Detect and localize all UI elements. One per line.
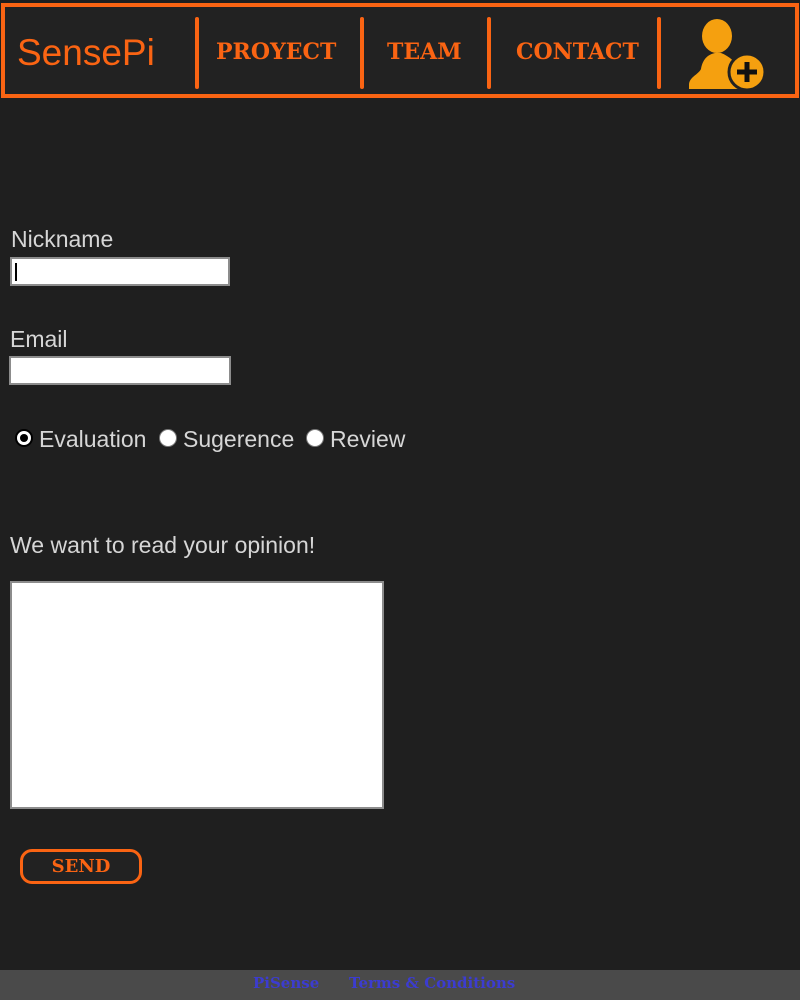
nav-divider xyxy=(657,17,661,89)
radio-label-sugerence[interactable]: Sugerence xyxy=(183,428,294,451)
nav-divider xyxy=(195,17,199,89)
nickname-input[interactable] xyxy=(10,257,230,286)
header-bar: SensePi PROYECT TEAM CONTACT xyxy=(1,3,799,98)
footer-bar: PiSense Terms & Conditions xyxy=(0,970,800,1000)
radio-evaluation[interactable] xyxy=(15,429,33,447)
opinion-prompt: We want to read your opinion! xyxy=(10,532,316,558)
radio-label-evaluation[interactable]: Evaluation xyxy=(39,428,146,451)
footer-link-terms[interactable]: Terms & Conditions xyxy=(349,976,515,991)
email-label: Email xyxy=(10,326,68,352)
nickname-label: Nickname xyxy=(11,226,114,252)
radio-label-review[interactable]: Review xyxy=(330,428,405,451)
nav-link-proyect[interactable]: PROYECT xyxy=(216,41,336,63)
brand-logo[interactable]: SensePi xyxy=(17,34,155,71)
text-cursor xyxy=(15,263,17,281)
radio-sugerence[interactable] xyxy=(159,429,177,447)
send-button[interactable]: SEND xyxy=(20,849,142,884)
nav-link-team[interactable]: TEAM xyxy=(387,41,462,63)
nav-divider xyxy=(487,17,491,89)
email-input[interactable] xyxy=(9,356,231,385)
opinion-textarea[interactable] xyxy=(10,581,384,809)
nav-link-contact[interactable]: CONTACT xyxy=(516,41,639,63)
radio-review[interactable] xyxy=(306,429,324,447)
nav-divider xyxy=(360,17,364,89)
add-user-icon[interactable] xyxy=(685,15,767,93)
footer-link-pisense[interactable]: PiSense xyxy=(253,976,319,991)
